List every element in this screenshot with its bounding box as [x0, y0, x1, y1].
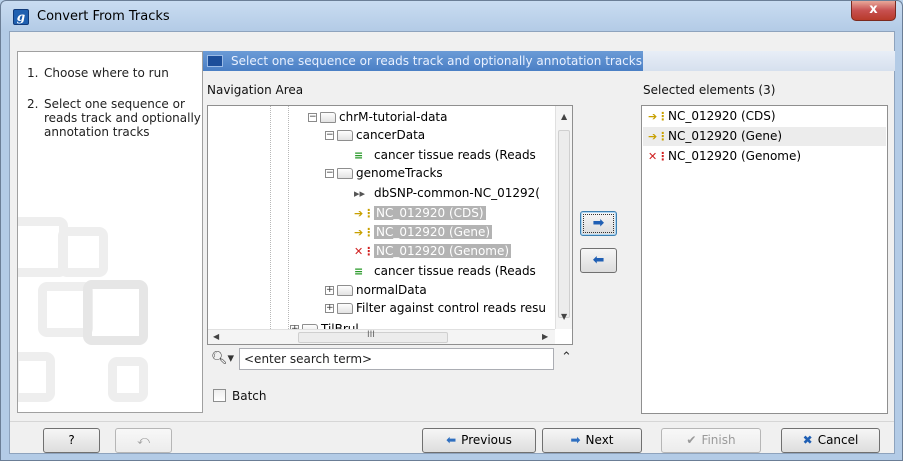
dialog-window: g Convert From Tracks x 1. Choose where …: [0, 0, 903, 461]
next-button[interactable]: ➡ Next: [542, 428, 642, 453]
folder-closed-icon: [337, 285, 353, 296]
steps-panel: 1. Choose where to run 2. Select one seq…: [17, 51, 203, 413]
step-1-label: Choose where to run: [44, 66, 169, 80]
cancel-x-icon: ✖: [802, 433, 813, 447]
scroll-up-icon[interactable]: ▲: [561, 112, 567, 121]
decor-square-icon: [58, 227, 108, 277]
title-bar[interactable]: g Convert From Tracks x: [1, 1, 902, 31]
tree-item-reads-track[interactable]: ≡ cancer tissue reads (Reads: [354, 146, 536, 164]
search-icon[interactable]: 🔍︎▾: [211, 351, 234, 366]
search-row: 🔍︎▾: [207, 348, 558, 370]
batch-label: Batch: [232, 389, 267, 403]
arrow-right-icon: ➡: [570, 433, 581, 447]
checkmark-icon: ✔: [686, 433, 697, 447]
reads-track-icon: ≡: [354, 264, 364, 278]
annotation-track-icon: ➔⋮: [354, 225, 375, 239]
arrow-left-icon: ⬅: [446, 433, 457, 447]
tree-vertical-scrollbar[interactable]: ▲ ▼: [555, 106, 572, 329]
decor-square-icon: [83, 280, 148, 345]
selected-elements-title: Selected elements (3): [643, 83, 776, 97]
variant-track-icon: ▸▸: [354, 186, 366, 200]
scroll-grip: III: [367, 330, 375, 340]
step-header: Select one sequence or reads track and o…: [203, 51, 643, 71]
collapse-toggle-icon[interactable]: −: [325, 169, 334, 178]
annotation-track-icon: ➔⋮: [648, 109, 669, 123]
selected-elements-list[interactable]: ➔⋮NC_012920 (CDS) ➔⋮NC_012920 (Gene) ✕⋮N…: [641, 105, 888, 414]
remove-from-selection-button[interactable]: ⬅: [580, 248, 617, 273]
step-2-label: Select one sequence or reads track and o…: [44, 97, 201, 139]
previous-button[interactable]: ⬅ Previous: [422, 428, 536, 453]
sequence-track-icon: ✕⋮: [648, 149, 669, 163]
folder-open-icon: [320, 112, 336, 123]
expand-toggle-icon[interactable]: +: [325, 304, 334, 313]
scroll-right-icon[interactable]: ▶: [542, 332, 548, 341]
list-item[interactable]: ➔⋮NC_012920 (Gene): [643, 127, 886, 146]
tree-guide-line: [288, 106, 289, 329]
decor-square-icon: [108, 357, 148, 402]
scroll-left-icon[interactable]: ◀: [213, 332, 219, 341]
folder-closed-icon: [337, 303, 353, 314]
tree-item-filter-folder[interactable]: + Filter against control reads resu: [325, 299, 546, 317]
expand-toggle-icon[interactable]: +: [325, 286, 334, 295]
cancel-button[interactable]: ✖ Cancel: [781, 428, 880, 453]
tree-item-cancerdata[interactable]: − cancerData: [325, 126, 425, 144]
tree-item-normaldata[interactable]: + normalData: [325, 281, 427, 299]
finish-button[interactable]: ✔ Finish: [661, 428, 761, 453]
tree-item-dbsnp-track[interactable]: ▸▸ dbSNP-common-NC_01292(: [354, 184, 540, 202]
navigation-tree[interactable]: − chrM-tutorial-data − cancerData ≡ cancer …: [207, 105, 573, 345]
navigation-area-title: Navigation Area: [207, 83, 304, 97]
annotation-track-icon: ➔⋮: [648, 129, 669, 143]
footer-divider: [10, 421, 894, 422]
header-marker-icon: [207, 55, 223, 67]
tree-vertical-scroll-thumb[interactable]: [558, 130, 570, 318]
annotation-track-icon: ➔⋮: [354, 206, 375, 220]
tree-item-genometracks[interactable]: − genomeTracks: [325, 164, 443, 182]
header-extension: [643, 51, 895, 71]
dialog-body: 1. Choose where to run 2. Select one seq…: [9, 31, 895, 454]
tree-horizontal-scroll-thumb[interactable]: III: [298, 330, 448, 343]
restore-arrow-icon: ⤺: [137, 433, 150, 447]
tree-horizontal-scrollbar[interactable]: ◀ III ▶: [208, 329, 555, 344]
tree-item-reads-track-2[interactable]: ≡ cancer tissue reads (Reads: [354, 262, 536, 280]
batch-checkbox[interactable]: [213, 389, 226, 402]
add-to-selection-button[interactable]: ➡: [580, 211, 617, 236]
tree-item-genome-track[interactable]: ✕⋮ NC_012920 (Genome): [354, 242, 512, 260]
restore-defaults-button[interactable]: ⤺: [115, 428, 172, 453]
folder-open-icon: [337, 168, 353, 179]
tree-guide-line: [270, 106, 271, 329]
reads-track-icon: ≡: [354, 148, 364, 162]
tree-item-cds-track[interactable]: ➔⋮ NC_012920 (CDS): [354, 204, 486, 222]
close-button[interactable]: x: [851, 1, 896, 21]
window-title: Convert From Tracks: [37, 9, 170, 24]
scroll-down-icon[interactable]: ▼: [561, 312, 567, 321]
list-item[interactable]: ➔⋮NC_012920 (CDS): [643, 107, 886, 126]
sequence-track-icon: ✕⋮: [354, 244, 375, 258]
collapse-toggle-icon[interactable]: −: [308, 113, 317, 122]
tree-item-chrm-tutorial-data[interactable]: − chrM-tutorial-data: [308, 108, 448, 126]
tree-item-gene-track[interactable]: ➔⋮ NC_012920 (Gene): [354, 223, 493, 241]
list-item[interactable]: ✕⋮NC_012920 (Genome): [643, 147, 886, 166]
search-input[interactable]: [239, 348, 554, 370]
app-logo-icon: g: [13, 9, 29, 25]
collapse-toggle-icon[interactable]: −: [325, 131, 334, 140]
collapse-all-icon[interactable]: ⌃: [561, 350, 572, 365]
folder-open-icon: [337, 130, 353, 141]
decor-square-icon: [18, 352, 55, 402]
step-header-text: Select one sequence or reads track and o…: [231, 54, 642, 68]
help-button[interactable]: ?: [43, 428, 100, 453]
